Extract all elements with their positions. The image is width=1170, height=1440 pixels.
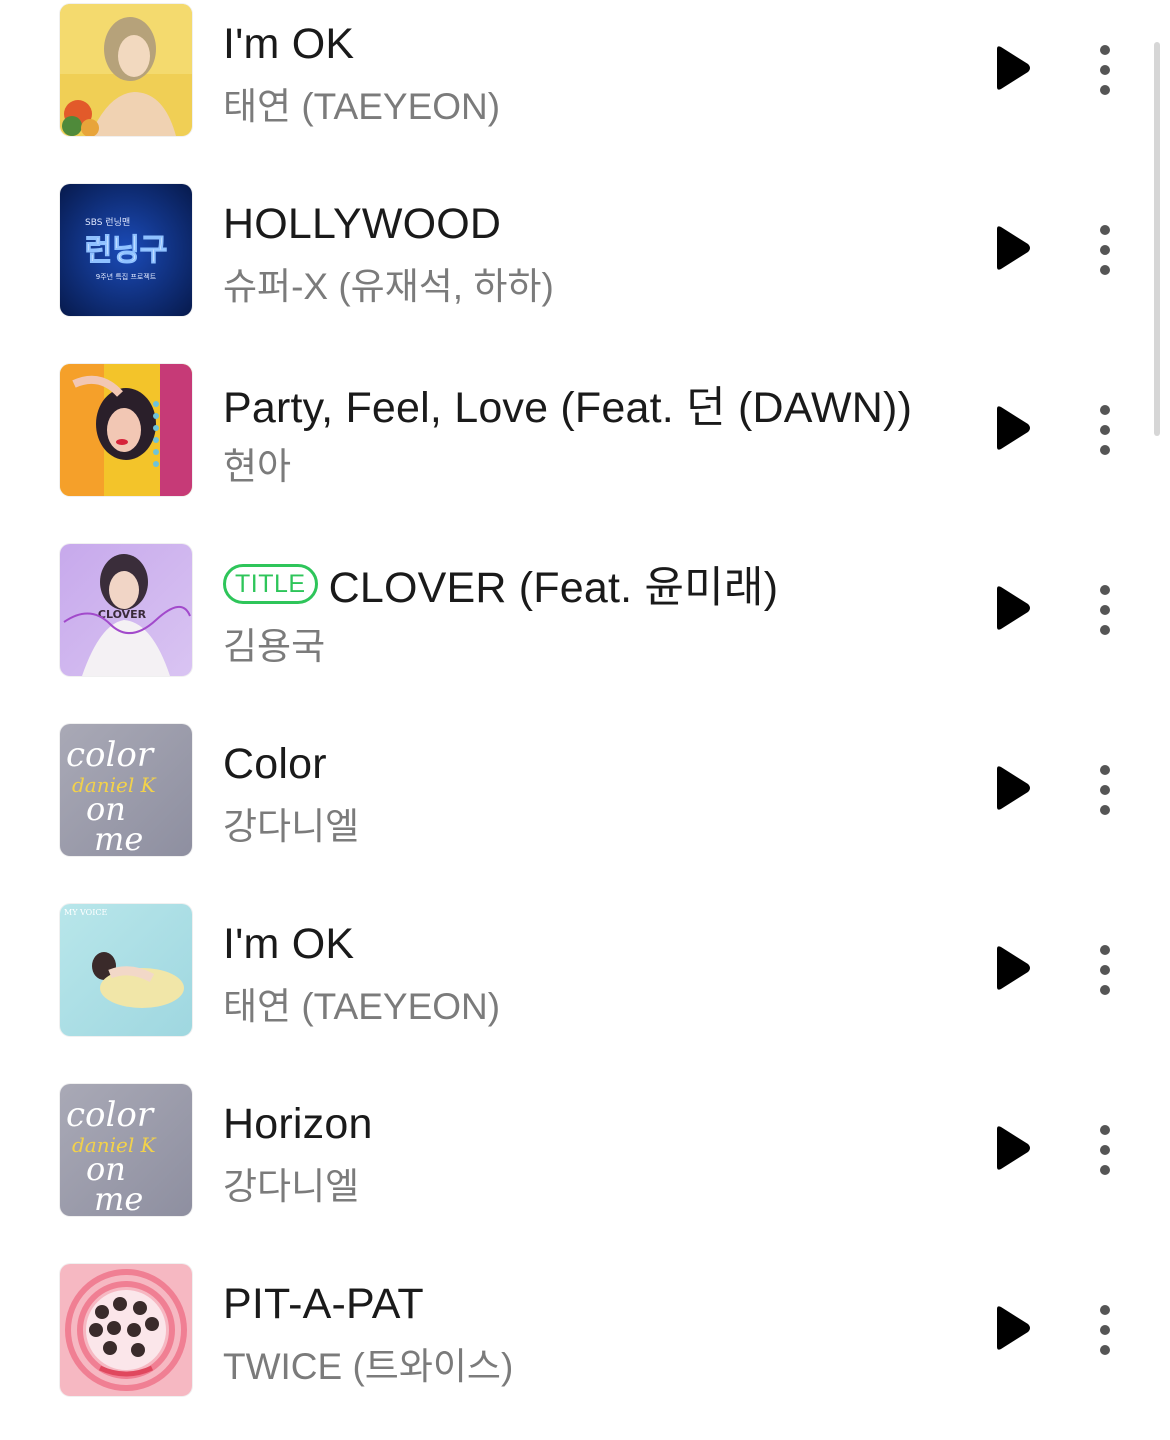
song-title-line: I'm OK (223, 918, 354, 970)
play-icon (997, 586, 1030, 630)
art-color-word: color (66, 1095, 155, 1135)
song-artist: 슈퍼-X (유재석, 하하) (223, 266, 554, 307)
play-icon (997, 1126, 1030, 1170)
play-button[interactable] (992, 944, 1032, 992)
play-icon (997, 406, 1030, 450)
play-button[interactable] (992, 404, 1032, 452)
play-button[interactable] (992, 224, 1032, 272)
album-art-hyuna (60, 364, 192, 496)
song-title: Party, Feel, Love (Feat. 던 (DAWN)) (223, 384, 913, 432)
play-icon (997, 46, 1030, 90)
play-icon (997, 1306, 1030, 1350)
more-options-button[interactable] (1088, 220, 1122, 280)
album-art-color-on-me: color daniel K on me (60, 724, 192, 856)
more-vertical-icon (1100, 765, 1110, 815)
more-options-button[interactable] (1088, 400, 1122, 460)
more-vertical-icon (1100, 945, 1110, 995)
song-title-line: Horizon (223, 1098, 373, 1150)
album-art-running-man: SBS 런닝맨 런닝구 9주년 특집 프로젝트 (60, 184, 192, 316)
song-title: Color (223, 739, 327, 788)
more-options-button[interactable] (1088, 760, 1122, 820)
song-title-line: I'm OK (223, 18, 354, 70)
album-art-color-on-me: color daniel K on me (60, 1084, 192, 1216)
song-row[interactable]: I'm OK 태연 (TAEYEON) (0, 0, 1170, 180)
art-my-voice-text: MY VOICE (64, 908, 107, 917)
song-artist: 김용국 (223, 626, 326, 667)
more-vertical-icon (1100, 225, 1110, 275)
album-art[interactable] (60, 1264, 192, 1396)
song-title-line: HOLLYWOOD (223, 198, 501, 250)
song-title: I'm OK (223, 919, 355, 968)
art-running-man-main: 런닝구 (85, 233, 168, 268)
song-artist: 태연 (TAEYEON) (223, 986, 501, 1027)
album-art-my-voice: MY VOICE (60, 904, 192, 1036)
song-artist: 강다니엘 (223, 806, 360, 847)
more-vertical-icon (1100, 1125, 1110, 1175)
more-options-button[interactable] (1088, 580, 1122, 640)
song-title-line: PIT-A-PAT (223, 1278, 424, 1330)
song-artist: 현아 (223, 446, 292, 487)
art-color-word: color (66, 735, 155, 775)
album-art-taeyeon-yellow (60, 4, 192, 136)
song-row[interactable]: MY VOICE I'm OK 태연 (TAEYEON) (0, 900, 1170, 1080)
song-title-line: Color (223, 738, 327, 790)
play-button[interactable] (992, 1304, 1032, 1352)
art-color-me: me (94, 1180, 143, 1216)
more-options-button[interactable] (1088, 1120, 1122, 1180)
song-artist: TWICE (트와이스) (223, 1346, 514, 1387)
song-title-line: Party, Feel, Love (Feat. 던 (DAWN)) (223, 378, 912, 432)
song-title: Horizon (223, 1099, 373, 1148)
song-list: I'm OK 태연 (TAEYEON) SBS 런닝맨 런닝구 9주년 특집 프… (0, 0, 1170, 1440)
play-icon (997, 766, 1030, 810)
play-button[interactable] (992, 764, 1032, 812)
album-art[interactable] (60, 364, 192, 496)
song-title: I'm OK (223, 19, 355, 68)
more-options-button[interactable] (1088, 1300, 1122, 1360)
song-row[interactable]: Party, Feel, Love (Feat. 던 (DAWN)) 현아 (0, 360, 1170, 540)
art-running-man-top: SBS 런닝맨 (85, 217, 130, 228)
song-row[interactable]: PIT-A-PAT TWICE (트와이스) (0, 1260, 1170, 1440)
play-button[interactable] (992, 1124, 1032, 1172)
play-icon (997, 226, 1030, 270)
song-row[interactable]: CLOVER TITLE CLOVER (Feat. 윤미래) 김용국 (0, 540, 1170, 720)
song-title: PIT-A-PAT (223, 1279, 424, 1328)
more-vertical-icon (1100, 45, 1110, 95)
song-artist: 강다니엘 (223, 1166, 360, 1207)
more-vertical-icon (1100, 585, 1110, 635)
song-title-line: TITLE CLOVER (Feat. 윤미래) (223, 558, 778, 612)
album-art[interactable] (60, 4, 192, 136)
album-art[interactable]: MY VOICE (60, 904, 192, 1036)
album-art[interactable]: CLOVER (60, 544, 192, 676)
song-row[interactable]: color daniel K on me Color 강다니엘 (0, 720, 1170, 900)
play-button[interactable] (992, 584, 1032, 632)
song-row[interactable]: SBS 런닝맨 런닝구 9주년 특집 프로젝트 HOLLYWOOD 슈퍼-X (… (0, 180, 1170, 360)
album-art[interactable]: SBS 런닝맨 런닝구 9주년 특집 프로젝트 (60, 184, 192, 316)
art-running-man-sub: 9주년 특집 프로젝트 (96, 272, 157, 281)
album-art-twice (60, 1264, 192, 1396)
scrollbar[interactable] (1154, 42, 1160, 436)
song-artist: 태연 (TAEYEON) (223, 86, 501, 127)
song-row[interactable]: color daniel K on me Horizon 강다니엘 (0, 1080, 1170, 1260)
song-title: HOLLYWOOD (223, 199, 502, 248)
art-color-me: me (94, 820, 143, 856)
song-title: CLOVER (Feat. 윤미래) (328, 564, 779, 612)
play-button[interactable] (992, 44, 1032, 92)
more-options-button[interactable] (1088, 940, 1122, 1000)
play-icon (997, 946, 1030, 990)
more-options-button[interactable] (1088, 40, 1122, 100)
album-art[interactable]: color daniel K on me (60, 724, 192, 856)
album-art[interactable]: color daniel K on me (60, 1084, 192, 1216)
title-track-badge: TITLE (223, 564, 318, 604)
more-vertical-icon (1100, 1305, 1110, 1355)
more-vertical-icon (1100, 405, 1110, 455)
album-art-clover: CLOVER (60, 544, 192, 676)
